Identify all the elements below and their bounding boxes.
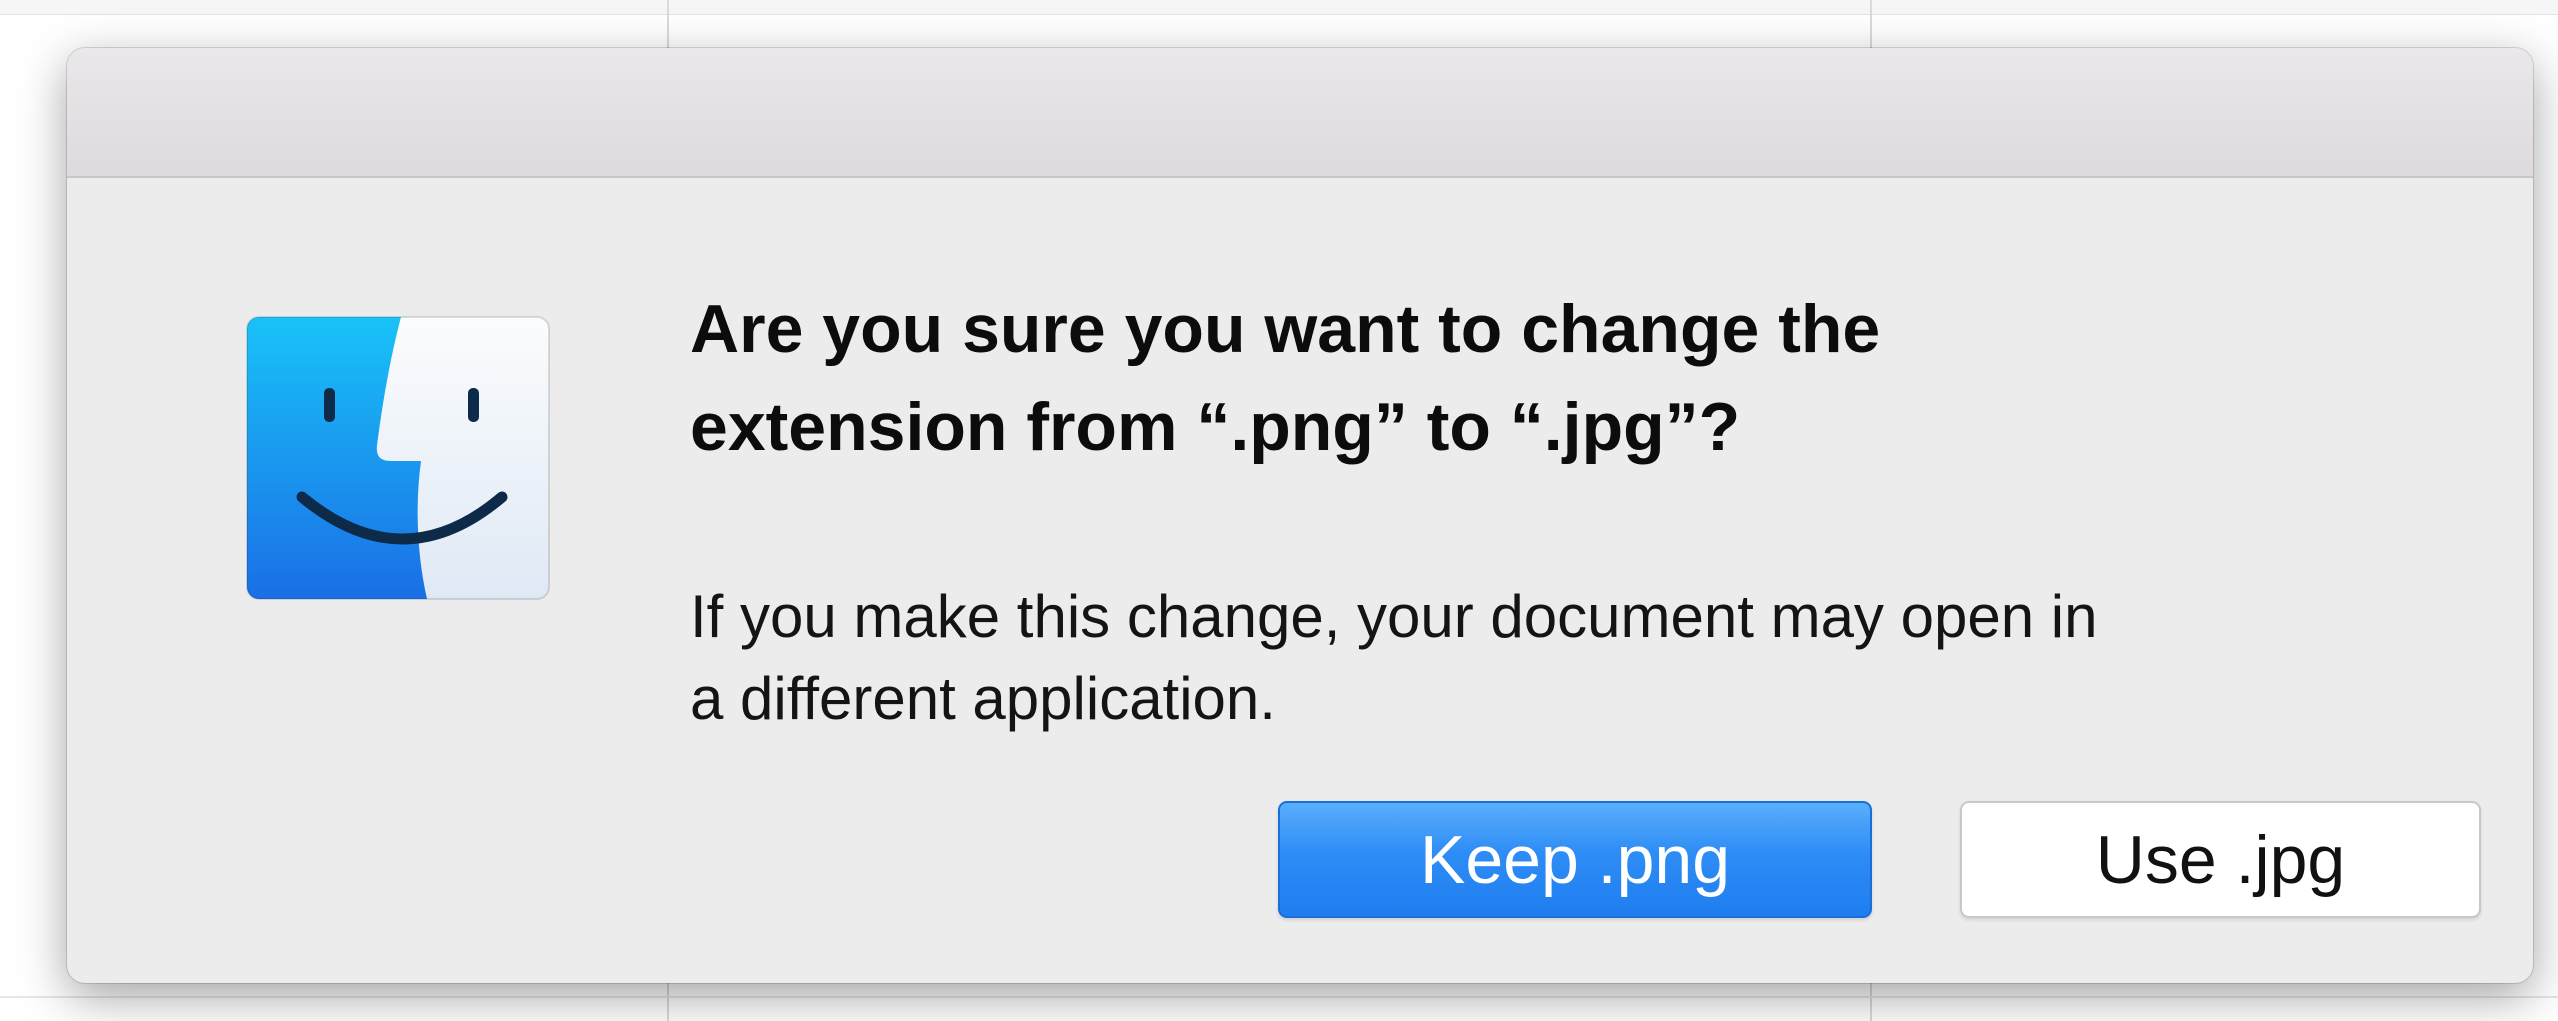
alert-message-line1: If you make this change, your document m… — [690, 583, 2098, 650]
keep-png-button[interactable]: Keep .png — [1278, 801, 1872, 918]
background-row-divider — [0, 996, 2558, 998]
alert-message: If you make this change, your document m… — [690, 576, 2450, 740]
alert-message-line2: a different application. — [690, 665, 1276, 732]
use-jpg-button-label: Use .jpg — [2095, 821, 2346, 898]
keep-png-button-label: Keep .png — [1419, 821, 1731, 898]
background-toolbar-edge — [0, 0, 2558, 15]
alert-headline: Are you sure you want to change the exten… — [690, 280, 2390, 476]
alert-headline-line1: Are you sure you want to change the — [690, 291, 1881, 367]
use-jpg-button[interactable]: Use .jpg — [1960, 801, 2481, 918]
alert-headline-line2: extension from “.png” to “.jpg”? — [690, 389, 1741, 465]
alert-dialog: Are you sure you want to change the exten… — [67, 48, 2533, 983]
alert-title-bar — [67, 48, 2533, 178]
finder-icon — [245, 315, 551, 601]
